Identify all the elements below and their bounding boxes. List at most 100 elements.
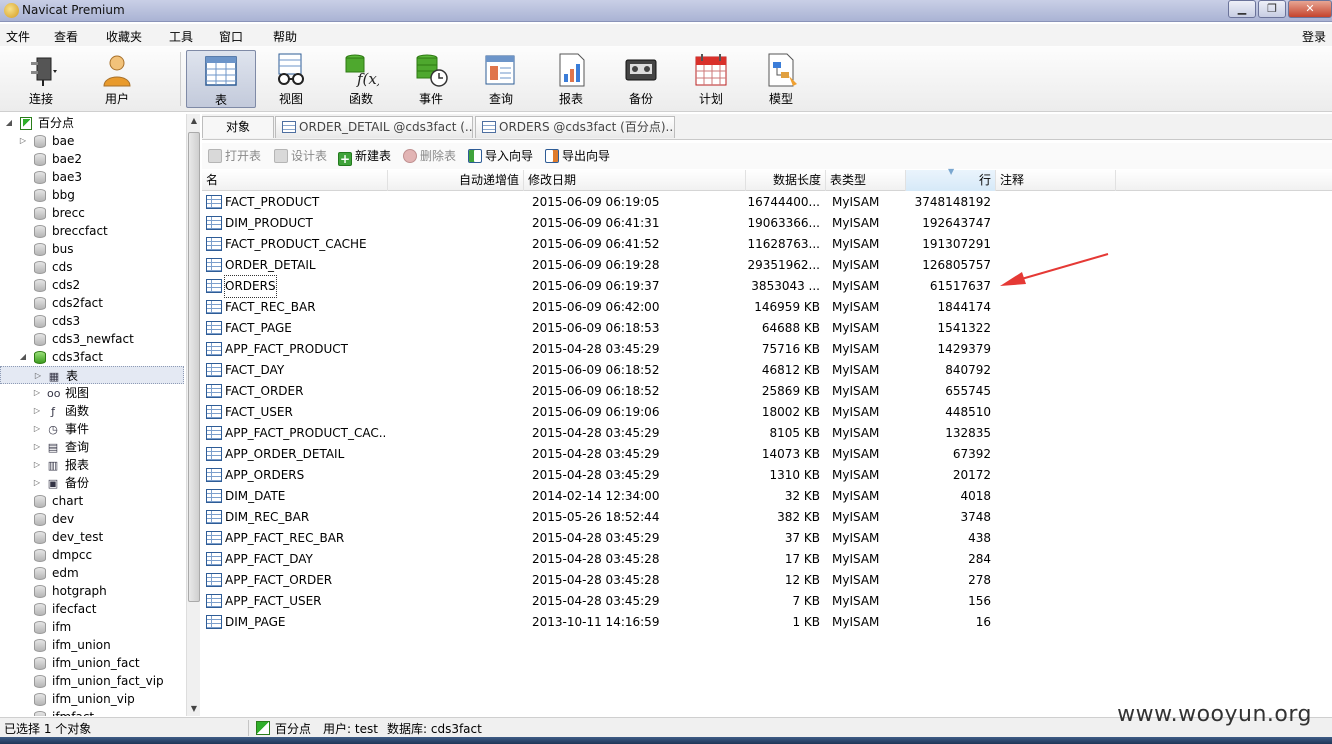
column-header-comment[interactable]: 注释 — [996, 170, 1116, 191]
tree-node-function[interactable]: ▷ ƒ 函数 — [0, 402, 184, 420]
collapsed-arrow-icon[interactable]: ▷ — [32, 384, 42, 402]
expanded-arrow-icon[interactable]: ◢ — [18, 348, 28, 366]
table-row[interactable]: APP_FACT_DAY 2015-04-28 03:45:28 17 KB MyIS… — [202, 549, 1002, 570]
tree-database-hotgraph[interactable]: hotgraph — [0, 582, 184, 600]
tree-database-breccfact[interactable]: breccfact — [0, 222, 184, 240]
design-table-button[interactable]: 设计表 — [274, 148, 327, 164]
scroll-thumb[interactable] — [188, 132, 200, 602]
table-row[interactable]: APP_FACT_PRODUCT 2015-04-28 03:45:29 75716… — [202, 339, 1002, 360]
scroll-down-arrow[interactable]: ▼ — [187, 702, 201, 716]
collapsed-arrow-icon[interactable]: ▷ — [32, 456, 42, 474]
tree-scrollbar[interactable]: ▲ ▼ — [186, 114, 200, 716]
tree-node-glasses[interactable]: ▷ oo 视图 — [0, 384, 184, 402]
table-row[interactable]: APP_FACT_PRODUCT_CAC... 2015-04-28 03:45:… — [202, 423, 1002, 444]
table-row[interactable]: FACT_PAGE 2015-06-09 06:18:53 64688 KB MyIS… — [202, 318, 1002, 339]
table-row[interactable]: DIM_REC_BAR 2015-05-26 18:52:44 382 KB MyIS… — [202, 507, 1002, 528]
table-row[interactable]: ORDERS 2015-06-09 06:19:37 3853043 ... MyIS… — [202, 275, 1002, 298]
tree-database-bae[interactable]: ▷ bae — [0, 132, 184, 150]
toolbar-query-button[interactable]: 查询 — [468, 50, 534, 108]
menu-help[interactable]: 帮助 — [273, 28, 297, 45]
table-row[interactable]: FACT_PRODUCT_CACHE 2015-06-09 06:41:52 116… — [202, 234, 1002, 255]
tree-database-ifm_union[interactable]: ifm_union — [0, 636, 184, 654]
collapsed-arrow-icon[interactable]: ▷ — [32, 402, 42, 420]
tree-database-cds3_newfact[interactable]: cds3_newfact — [0, 330, 184, 348]
tree-database-cds[interactable]: cds — [0, 258, 184, 276]
column-header-table-type[interactable]: 表类型 — [826, 170, 906, 191]
toolbar-function-button[interactable]: f(x) 函数 — [328, 50, 394, 108]
tree-database-dmpcc[interactable]: dmpcc — [0, 546, 184, 564]
tree-database-bus[interactable]: bus — [0, 240, 184, 258]
collapsed-arrow-icon[interactable]: ▷ — [32, 420, 42, 438]
table-row[interactable]: FACT_PRODUCT 2015-06-09 06:19:05 16744400.… — [202, 192, 1002, 213]
tree-database-ifmfact[interactable]: ifmfact — [0, 708, 184, 716]
tree-database-chart[interactable]: chart — [0, 492, 184, 510]
tree-database-ifecfact[interactable]: ifecfact — [0, 600, 184, 618]
tree-database-bae2[interactable]: bae2 — [0, 150, 184, 168]
collapsed-arrow-icon[interactable]: ▷ — [18, 132, 28, 150]
new-table-button[interactable]: + 新建表 — [338, 148, 391, 166]
connection-tree[interactable]: ◢ 百分点 ▷ bae bae2 bae3 bbg brecc breccfact bus cds c… — [0, 114, 200, 716]
collapsed-arrow-icon[interactable]: ▷ — [33, 367, 43, 385]
table-row[interactable]: ORDER_DETAIL 2015-06-09 06:19:28 29351962.… — [202, 255, 1002, 276]
close-button[interactable]: ✕ — [1288, 0, 1332, 18]
collapsed-arrow-icon[interactable]: ▷ — [32, 438, 42, 456]
tree-node-report[interactable]: ▷ ▥ 报表 — [0, 456, 184, 474]
column-header-modified-date[interactable]: 修改日期 — [524, 170, 746, 191]
table-row[interactable]: FACT_DAY 2015-06-09 06:18:52 46812 KB MyISA… — [202, 360, 1002, 381]
column-header-auto-increment[interactable]: 自动递增值 — [388, 170, 524, 191]
tree-node-query[interactable]: ▷ ▤ 查询 — [0, 438, 184, 456]
minimize-button[interactable]: ▁ — [1228, 0, 1256, 18]
table-row[interactable]: FACT_USER 2015-06-09 06:19:06 18002 KB MyIS… — [202, 402, 1002, 423]
toolbar-report-button[interactable]: 报表 — [538, 50, 604, 108]
import-wizard-button[interactable]: 导入向导 — [468, 148, 533, 164]
toolbar-backup-button[interactable]: 备份 — [608, 50, 674, 108]
export-wizard-button[interactable]: 导出向导 — [545, 148, 610, 164]
table-row[interactable]: APP_FACT_REC_BAR 2015-04-28 03:45:29 37 KB… — [202, 528, 1002, 549]
table-row[interactable]: FACT_REC_BAR 2015-06-09 06:42:00 146959 KB… — [202, 297, 1002, 318]
menu-view[interactable]: 查看 — [54, 28, 78, 45]
toolbar-connect-button[interactable]: 连接 — [8, 50, 74, 108]
toolbar-view-button[interactable]: 视图 — [258, 50, 324, 108]
toolbar-table-button[interactable]: 表 — [186, 50, 256, 108]
delete-table-button[interactable]: 删除表 — [403, 148, 456, 164]
toolbar-schedule-button[interactable]: 计划 — [678, 50, 744, 108]
tree-database-ifm[interactable]: ifm — [0, 618, 184, 636]
maximize-button[interactable]: ❐ — [1258, 0, 1286, 18]
menu-tools[interactable]: 工具 — [169, 28, 193, 45]
tab-order-detail[interactable]: ORDER_DETAIL @cds3fact (... — [275, 116, 473, 138]
menu-window[interactable]: 窗口 — [219, 28, 243, 45]
toolbar-model-button[interactable]: 模型 — [748, 50, 814, 108]
table-row[interactable]: APP_FACT_ORDER 2015-04-28 03:45:28 12 KB My… — [202, 570, 1002, 591]
open-table-button[interactable]: 打开表 — [208, 148, 261, 164]
table-row[interactable]: DIM_PRODUCT 2015-06-09 06:41:31 19063366..… — [202, 213, 1002, 234]
tab-objects[interactable]: 对象 — [202, 116, 274, 138]
toolbar-event-button[interactable]: 事件 — [398, 50, 464, 108]
tree-database-edm[interactable]: edm — [0, 564, 184, 582]
tree-database-cds2fact[interactable]: cds2fact — [0, 294, 184, 312]
tab-orders[interactable]: ORDERS @cds3fact (百分点)... — [475, 116, 675, 138]
tree-database-dev[interactable]: dev — [0, 510, 184, 528]
table-row[interactable]: APP_ORDERS 2015-04-28 03:45:29 1310 KB MyIS… — [202, 465, 1002, 486]
tree-database-cds2[interactable]: cds2 — [0, 276, 184, 294]
tree-database-cds3fact[interactable]: ◢ cds3fact — [0, 348, 184, 366]
login-link[interactable]: 登录 — [1302, 28, 1326, 45]
scroll-up-arrow[interactable]: ▲ — [187, 114, 201, 128]
tree-node-table[interactable]: ▷ ▦ 表 — [0, 366, 184, 384]
table-list[interactable]: 名 自动递增值 修改日期 数据长度 表类型 行 ▼ 注释 FACT_PRODUC… — [202, 167, 1332, 716]
collapsed-arrow-icon[interactable]: ▷ — [32, 474, 42, 492]
tree-database-dev_test[interactable]: dev_test — [0, 528, 184, 546]
toolbar-user-button[interactable]: 用户 — [84, 50, 150, 108]
tree-database-ifm_union_vip[interactable]: ifm_union_vip — [0, 690, 184, 708]
tree-database-bbg[interactable]: bbg — [0, 186, 184, 204]
tree-database-cds3[interactable]: cds3 — [0, 312, 184, 330]
tree-node-backup-tape[interactable]: ▷ ▣ 备份 — [0, 474, 184, 492]
tree-database-brecc[interactable]: brecc — [0, 204, 184, 222]
table-row[interactable]: DIM_PAGE 2013-10-11 14:16:59 1 KB MyISAM 16 — [202, 612, 1002, 633]
column-header-data-length[interactable]: 数据长度 — [746, 170, 826, 191]
expanded-arrow-icon[interactable]: ◢ — [4, 114, 14, 132]
tree-database-ifm_union_fact_vip[interactable]: ifm_union_fact_vip — [0, 672, 184, 690]
column-header-name[interactable]: 名 — [202, 170, 388, 191]
table-row[interactable]: FACT_ORDER 2015-06-09 06:18:52 25869 KB MyI… — [202, 381, 1002, 402]
tree-node-event-clock[interactable]: ▷ ◷ 事件 — [0, 420, 184, 438]
tree-database-bae3[interactable]: bae3 — [0, 168, 184, 186]
